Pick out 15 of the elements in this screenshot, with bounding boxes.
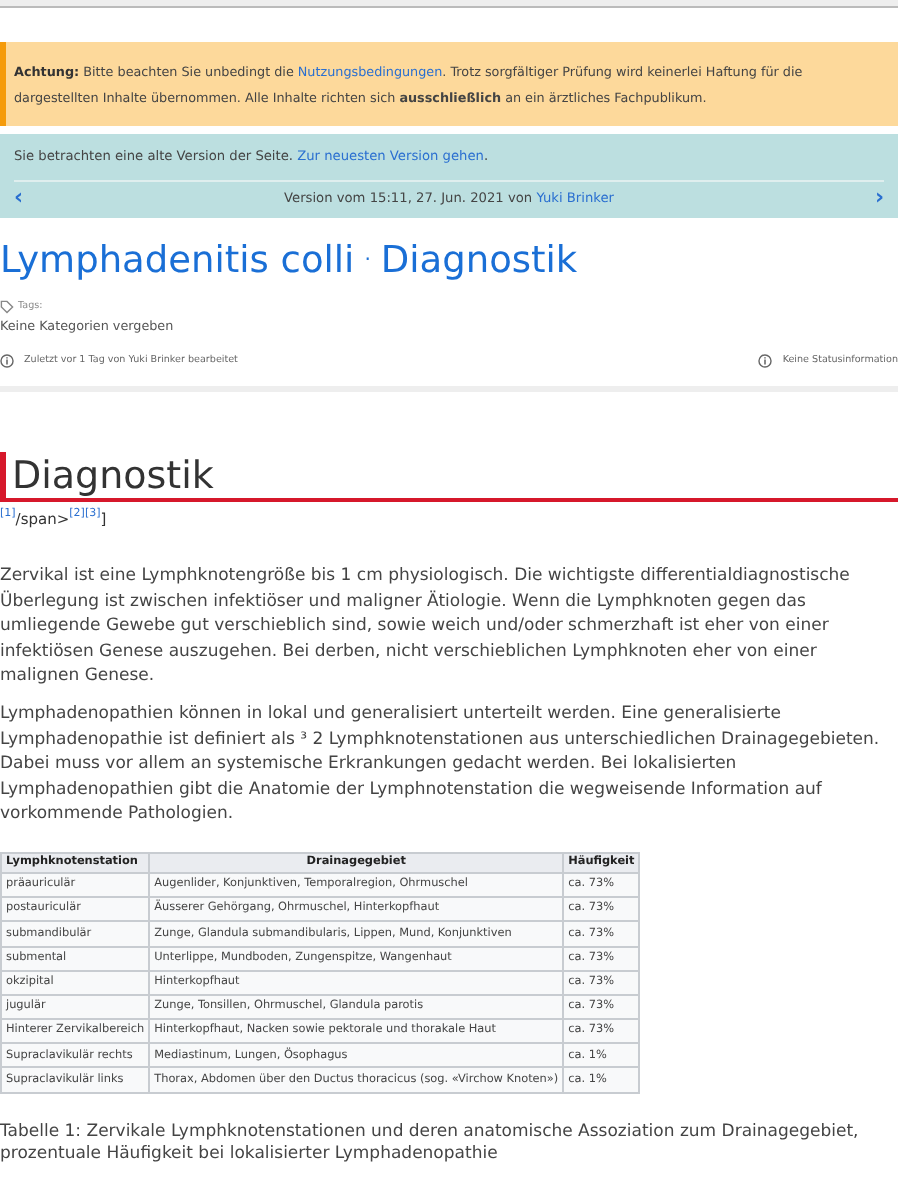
tag-icon	[0, 300, 14, 314]
page-title-link[interactable]: Diagnostik	[380, 240, 578, 282]
section-heading: Diagnostik	[0, 452, 898, 502]
reference-link[interactable]: [1]	[0, 508, 16, 520]
reference-link[interactable]: [2]	[69, 508, 85, 520]
info-icon	[758, 354, 773, 368]
next-version-button[interactable]: ›	[874, 190, 884, 206]
paragraph: Zervikal ist eine Lymphknotengröße bis 1 cm physiologisch. Die wichtigste differentialdiagnostische Überlegung ist zwischen infektiöser und maligner Ätiologie. Wenn die Lymphknoten gegen das umliegende Gewebe gut verschieblich sind, sowie weich und/oder schmerzhaft ist eher von einer infektiösen Genese auszugehen. Bei derben, nicht verschieblichen Lymphknoten eher von einer malignen Genese.	[0, 564, 852, 690]
reference-link[interactable]: [3]	[84, 508, 101, 520]
previous-version-button[interactable]: ‹	[14, 190, 24, 206]
title-separator: ‧	[364, 250, 371, 272]
page-title-link[interactable]: Lymphadenitis colli	[0, 240, 355, 282]
table-caption: Tabelle 1: Zervikale Lymphknotenstationen und deren anatomische Assoziation zum Drainagegebiet, prozentuale Häufigkeit bei lokalisierter Lymphadenopathie	[0, 1121, 861, 1166]
paragraph: Lymphadenopathien können in lokal und generalisiert unterteilt werden. Eine generalisierte Lymphadenopathie ist definiert als ³ 2 Lymphknotenstationen aus unterschiedlichen Drainagegebieten. Dabei muss vor allem an systemische Erkrankungen gedacht werden. Bei lokalisierten Lymphadenopathien gibt die Anatomie der Lymphnotenstation die wegweisende Information auf vorkommende Pathologien.	[0, 701, 882, 828]
info-icon	[0, 354, 14, 368]
